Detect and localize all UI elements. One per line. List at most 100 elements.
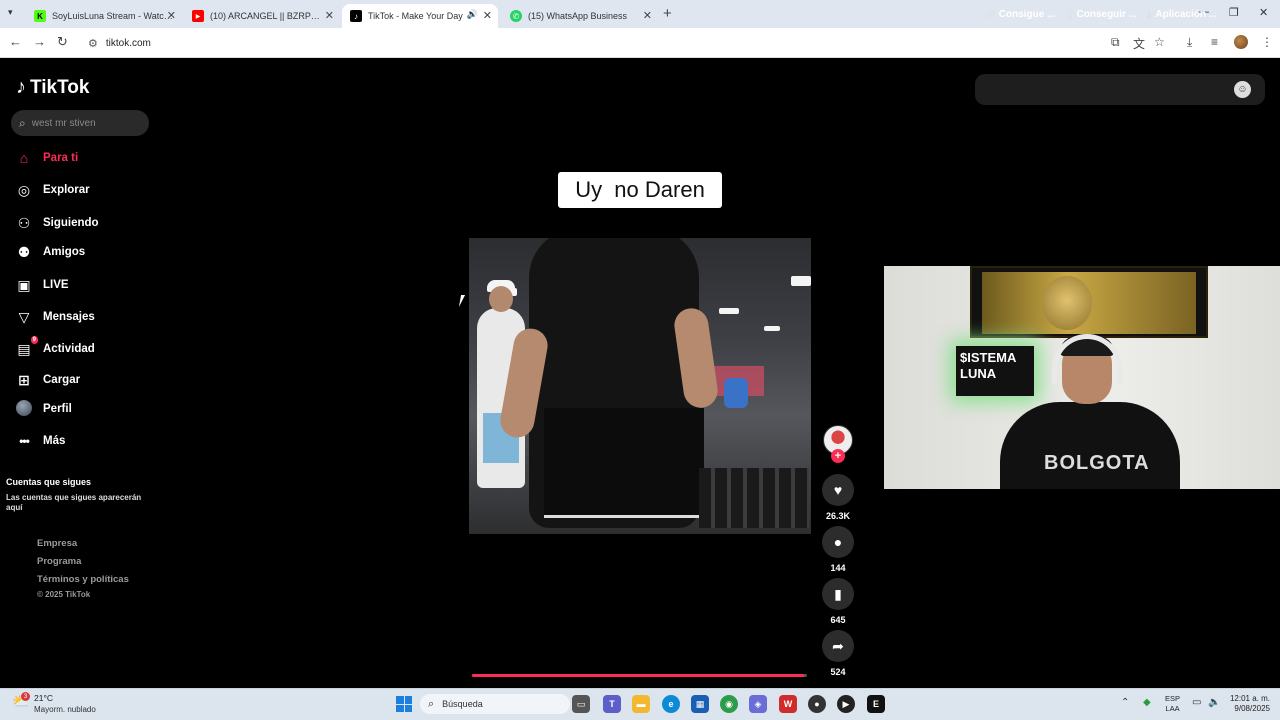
edge-icon[interactable]: e (662, 695, 680, 713)
network-icon[interactable]: ▭ (1192, 697, 1201, 708)
share-button[interactable]: ➦ (822, 630, 854, 662)
compass-icon: ◎ (17, 181, 31, 198)
desktop-app-button[interactable]: ⤓ Aplicación ... (1147, 9, 1217, 20)
sidebar-item-live[interactable]: ▣ LIVE (16, 275, 69, 295)
get-coins-button[interactable]: ◎ Consigue ... (986, 9, 1055, 20)
volume-icon[interactable]: 🔈 (1208, 697, 1220, 708)
button-label: Aplicación ... (1155, 9, 1218, 20)
sidebar-item-amigos[interactable]: ⚉ Amigos (16, 242, 85, 262)
new-tab-plus-icon[interactable]: + (663, 5, 672, 22)
task-view-icon[interactable]: ▭ (572, 695, 590, 713)
weather-description[interactable]: Mayorm. nublado (34, 705, 96, 714)
footer-link-terminos[interactable]: Términos y políticas (37, 574, 129, 585)
sidebar-item-label: Amigos (43, 246, 86, 258)
store-icon[interactable]: ▦ (691, 695, 709, 713)
windows-start-button[interactable] (396, 696, 412, 712)
site-info-icon[interactable]: ⚙ (88, 37, 98, 50)
sidebar-item-label: LIVE (43, 279, 69, 291)
user-avatar[interactable]: ☺ (1234, 81, 1251, 98)
close-tab-icon[interactable]: ✕ (167, 9, 176, 22)
comment-button[interactable]: ● (822, 526, 854, 558)
comment-bubble-icon: ● (833, 534, 843, 550)
language-indicator[interactable]: ESP LAA (1165, 694, 1180, 714)
sidebar-item-explorar[interactable]: ◎ Explorar (16, 180, 90, 200)
dollar-bill (982, 272, 1196, 334)
reading-list-icon[interactable]: ≡ (1211, 35, 1218, 49)
close-window-icon[interactable]: ✕ (1259, 6, 1268, 19)
tray-app-icon[interactable]: ◆ (1143, 697, 1151, 708)
tab-search-chevron-icon[interactable]: ▾ (8, 7, 13, 18)
background-gym-person (724, 378, 748, 408)
browser-tab-youtube[interactable]: ▶ (10) ARCANGEL || BZRP Music S ✕ (184, 4, 340, 28)
language-code: ESP (1165, 694, 1181, 703)
home-icon: ⌂ (19, 150, 29, 166)
address-bar[interactable]: ⚙ tiktok.com (80, 32, 1170, 54)
bookmark-star-icon[interactable]: ☆ (1154, 35, 1165, 49)
back-arrow-icon[interactable]: ← (9, 34, 22, 49)
url-text: tiktok.com (105, 37, 151, 49)
close-tab-icon[interactable]: ✕ (325, 9, 334, 22)
video-progress-bar[interactable] (472, 674, 807, 677)
cast-icon[interactable]: ⧉ (1111, 35, 1120, 50)
sidebar-item-mensajes[interactable]: ▽ Mensajes (16, 307, 95, 327)
start-tile (396, 696, 404, 704)
sidebar-item-siguiendo[interactable]: ⚇ Siguiendo (16, 213, 99, 233)
shirt-text: BOLGOTA (1044, 452, 1150, 474)
chrome-icon[interactable]: ◉ (720, 695, 738, 713)
browser-profile-avatar[interactable] (1234, 35, 1248, 49)
search-box[interactable]: ⌕ (11, 110, 149, 136)
phone-icon: ▯ (1067, 9, 1073, 20)
browser-tab-kick[interactable]: K SoyLuisLuna Stream - Watch Li ✕ (26, 4, 182, 28)
app-icon[interactable]: ◈ (749, 695, 767, 713)
tray-chevron-icon[interactable]: ⌃ (1121, 697, 1129, 708)
teams-icon[interactable]: T (603, 695, 621, 713)
tiktok-logo[interactable]: ♪ TikTok (16, 76, 89, 99)
clock-date: 9/08/2025 (1234, 704, 1270, 713)
sidebar-item-perfil[interactable]: Perfil (16, 399, 72, 419)
restore-icon[interactable]: ❐ (1229, 6, 1239, 19)
epic-games-icon[interactable]: E (867, 695, 885, 713)
sidebar-item-para-ti[interactable]: ⌂ Para ti (16, 148, 78, 168)
browser-tab-tiktok[interactable]: ♪ TikTok - Make Your Day 🔊 ✕ (342, 4, 498, 28)
get-app-button[interactable]: ▯ Conseguir ... (1067, 9, 1137, 20)
search-input[interactable] (31, 117, 132, 129)
dollar-bill-frame (970, 266, 1208, 338)
neon-sign: $ISTEMA LUNA (956, 346, 1034, 396)
like-button[interactable]: ♥ (822, 474, 854, 506)
media-player-icon[interactable]: ▶ (837, 695, 855, 713)
comment-count: 144 (830, 563, 846, 573)
forward-arrow-icon[interactable]: → (33, 34, 46, 49)
start-tile (396, 704, 404, 712)
video-player[interactable] (469, 238, 811, 534)
footer-link-empresa[interactable]: Empresa (37, 538, 77, 549)
tiktok-favicon-icon: ♪ (350, 10, 362, 22)
download-icon[interactable]: ⤓ (1187, 35, 1192, 50)
reload-icon[interactable]: ↻ (57, 34, 68, 50)
system-clock[interactable]: 12:01 a. m. 9/08/2025 (1228, 694, 1270, 714)
translate-icon[interactable]: 文 (1133, 35, 1145, 52)
messages-icon: ▽ (18, 308, 30, 325)
speaker-icon[interactable]: 🔊 (467, 9, 478, 20)
save-count: 645 (830, 615, 846, 625)
kick-favicon-icon: K (34, 10, 46, 22)
obs-icon[interactable]: ● (808, 695, 826, 713)
weather-temperature[interactable]: 21°C (34, 693, 53, 703)
footer-link-programa[interactable]: Programa (37, 556, 81, 567)
file-explorer-icon[interactable]: ▬ (632, 695, 650, 713)
browser-toolbar: ← → ↻ ⚙ tiktok.com ⧉ 文 ☆ ⤓ ≡ ⋮ (0, 28, 1280, 58)
follow-plus-icon[interactable]: + (831, 449, 845, 463)
winrar-icon[interactable]: W (779, 695, 797, 713)
close-tab-icon[interactable]: ✕ (483, 9, 492, 22)
sidebar-item-actividad[interactable]: ▤ 9 Actividad (16, 335, 95, 359)
sidebar-item-label: Perfil (43, 403, 72, 415)
sidebar-item-mas[interactable]: ••• Más (16, 431, 65, 451)
foreground-shorts (544, 408, 704, 518)
browser-tab-whatsapp[interactable]: ✆ (15) WhatsApp Business ✕ (502, 4, 658, 28)
save-button[interactable]: ▮ (822, 578, 854, 610)
sidebar-item-cargar[interactable]: ⊞ Cargar (16, 370, 80, 390)
kebab-menu-icon[interactable]: ⋮ (1261, 35, 1273, 49)
taskbar-search[interactable]: ⌕ Búsqueda (420, 694, 570, 714)
ceiling-light (791, 276, 811, 286)
top-actions-pill (975, 74, 1265, 105)
close-tab-icon[interactable]: ✕ (643, 9, 652, 22)
